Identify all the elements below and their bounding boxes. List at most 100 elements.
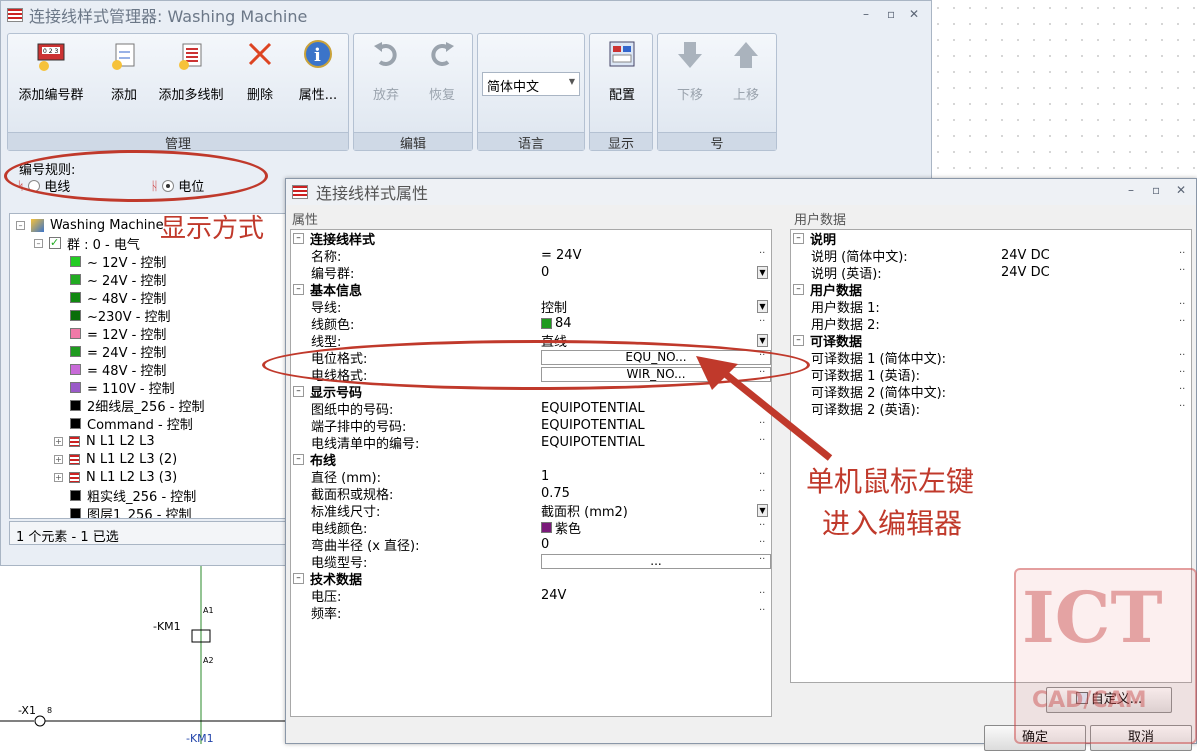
more-icon[interactable]: ·· [759,554,765,565]
property-name: 图纸中的号码: [311,403,394,418]
tree-root[interactable]: – Washing Machine [16,216,164,234]
section-header[interactable]: – 用户数据 [793,281,862,299]
collapse-icon[interactable]: – [293,454,304,465]
property-value[interactable]: EQUIPOTENTIAL [541,400,645,417]
property-value[interactable]: 1 [541,468,549,485]
section-header[interactable]: – 说明 [793,230,836,248]
property-value[interactable]: 24V DC [1001,247,1050,264]
collapse-icon[interactable]: – [16,220,25,230]
tree-item[interactable]: ~ 24V - 控制 [70,270,166,289]
chevron-down-icon[interactable]: ▼ [757,334,768,347]
tree-item[interactable]: + N L1 L2 L3 (2) [54,450,177,468]
ribbon-group-label: 管理 [8,132,348,152]
tree-item[interactable]: Command - 控制 [70,414,193,433]
expand-icon[interactable]: + [54,436,63,446]
collapse-icon[interactable]: – [293,573,304,584]
section-header[interactable]: – 可译数据 [793,332,862,350]
tree-item[interactable]: 2细线层_256 - 控制 [70,396,205,415]
section-header[interactable]: – 基本信息 [293,281,362,299]
x1-label: -X1 [18,704,36,717]
add-button[interactable]: 添加 [100,38,148,103]
more-icon[interactable]: ·· [759,248,765,259]
more-icon[interactable]: ·· [1179,265,1185,276]
more-icon[interactable]: ·· [759,316,765,327]
redo-button[interactable]: 恢复 [418,38,466,103]
dialog-close-icon[interactable]: ✕ [1176,183,1186,197]
property-value[interactable]: 24V DC [1001,264,1050,281]
expand-icon[interactable]: + [54,454,63,464]
move-down-button[interactable]: 下移 [666,38,714,103]
chevron-down-icon[interactable]: ▼ [757,266,768,279]
maximize-icon[interactable]: ▫ [887,7,895,21]
tree-item[interactable]: = 48V - 控制 [70,360,166,379]
more-icon[interactable]: ·· [759,469,765,480]
more-icon[interactable]: ·· [759,537,765,548]
tree-item[interactable]: 图层1_256 - 控制 [70,504,192,518]
collapse-icon[interactable]: – [293,386,304,397]
collapse-icon[interactable]: – [793,233,804,244]
language-select[interactable]: 简体中文 ▼ [482,72,580,96]
more-icon[interactable]: ·· [759,605,765,616]
properties-button[interactable]: i 属性... [292,38,344,103]
property-value[interactable]: 0 [541,536,549,553]
more-icon[interactable]: ·· [1179,316,1185,327]
tree-item[interactable]: = 24V - 控制 [70,342,166,361]
property-value[interactable]: 紫色 [541,519,581,537]
add-multiline-button[interactable]: 添加多线制 [154,38,228,103]
tree-item[interactable]: + N L1 L2 L3 [54,432,155,450]
watermark-logo: ICT CAD/CAM [1014,568,1197,744]
property-value[interactable]: 0 [541,264,549,281]
cable-type-field[interactable]: ... [541,554,771,569]
pin-a1-label: A1 [203,606,214,615]
more-icon[interactable]: ·· [759,588,765,599]
collapse-icon[interactable]: – [293,284,304,295]
more-icon[interactable]: ·· [1179,401,1185,412]
dialog-minimize-icon[interactable]: – [1128,183,1134,197]
more-icon[interactable]: ·· [1179,367,1185,378]
collapse-icon[interactable]: – [793,335,804,346]
more-icon[interactable]: ·· [1179,248,1185,259]
more-icon[interactable]: ·· [759,486,765,497]
configure-button[interactable]: 配置 [598,38,646,103]
tree-item[interactable]: = 12V - 控制 [70,324,166,343]
property-value[interactable]: EQUIPOTENTIAL [541,434,645,451]
x1-pin-label: 8 [47,706,53,715]
dialog-maximize-icon[interactable]: ▫ [1152,183,1160,197]
tree-item[interactable]: = 110V - 控制 [70,378,175,397]
property-value[interactable]: 24V [541,587,566,604]
main-titlebar: 连接线样式管理器: Washing Machine [1,1,931,29]
collapse-icon[interactable]: – [293,233,304,244]
minimize-icon[interactable]: – [863,7,869,21]
more-icon[interactable]: ·· [1179,350,1185,361]
property-value[interactable]: = 24V [541,247,581,264]
more-icon[interactable]: ·· [1179,384,1185,395]
property-value[interactable]: EQUIPOTENTIAL [541,417,645,434]
section-header[interactable]: – 显示号码 [293,383,362,401]
tree-item[interactable]: ~ 12V - 控制 [70,252,166,271]
tree-group[interactable]: – ✓ 群 : 0 - 电气 [34,234,140,253]
section-header[interactable]: – 技术数据 [293,570,362,588]
chevron-down-icon[interactable]: ▼ [757,504,768,517]
chevron-down-icon[interactable]: ▼ [757,300,768,313]
close-icon[interactable]: ✕ [909,7,919,21]
undo-button[interactable]: 放弃 [362,38,410,103]
add-number-group-button[interactable]: 0 2 3 添加编号群 [12,38,90,103]
tree-item[interactable]: ~230V - 控制 [70,306,171,325]
more-icon[interactable]: ·· [759,520,765,531]
move-up-button[interactable]: 上移 [722,38,770,103]
property-value[interactable]: 0.75 [541,485,570,502]
tree-item[interactable]: ~ 48V - 控制 [70,288,166,307]
more-icon[interactable]: ·· [1179,299,1185,310]
expand-icon[interactable]: + [54,472,63,482]
property-value[interactable]: 截面积 (mm2) [541,502,628,520]
tree-item[interactable]: + N L1 L2 L3 (3) [54,468,177,486]
delete-button[interactable]: 删除 [240,38,280,103]
tree-item[interactable]: 粗实线_256 - 控制 [70,486,196,505]
property-value[interactable]: 84 [541,315,572,332]
section-header[interactable]: – 连接线样式 [293,230,375,248]
property-value[interactable]: 控制 [541,298,567,316]
app-icon [7,8,23,22]
section-header[interactable]: – 布线 [293,451,336,469]
collapse-icon[interactable]: – [34,238,43,248]
collapse-icon[interactable]: – [793,284,804,295]
